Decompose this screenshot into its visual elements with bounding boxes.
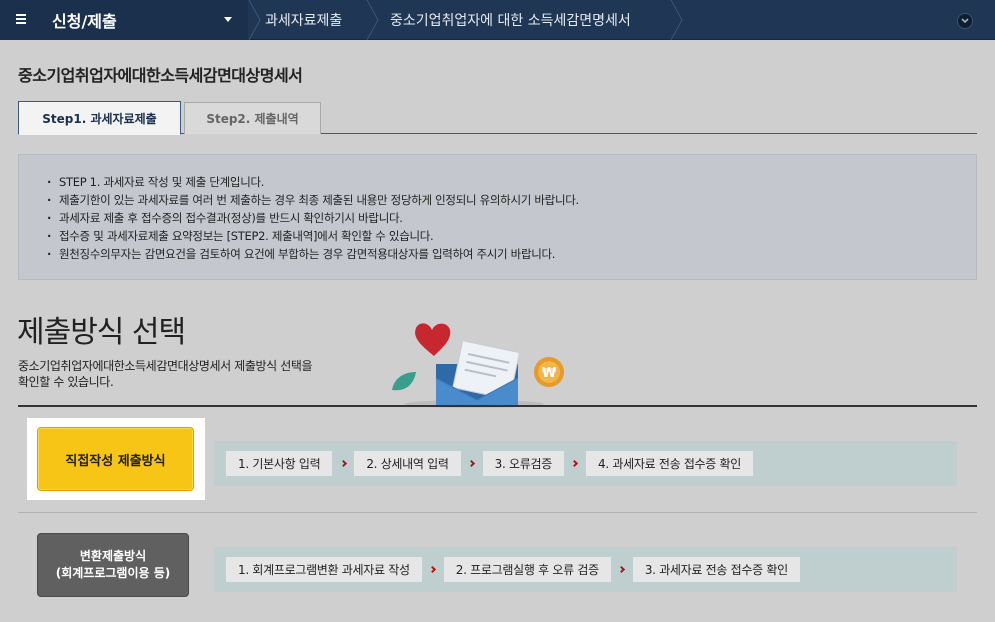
section-description: 중소기업취업자에대한소득세감면대상명세서 제출방식 선택을 확인할 수 있습니다… (18, 358, 378, 390)
notice-item: 제출기한이 있는 과세자료를 여러 번 제출하는 경우 최종 제출된 내용만 정… (47, 191, 976, 209)
section-title: 제출방식 선택 (17, 315, 186, 350)
step-tabs: Step1. 과세자료제출 Step2. 제출내역 (18, 101, 977, 135)
breadcrumb-separator-icon (366, 0, 380, 40)
flow-step: 3. 오류검증 (482, 451, 564, 476)
notice-item: 원천징수의무자는 감면요건을 검토하여 요건에 부합하는 경우 감면적용대상자를… (47, 245, 976, 263)
notice-item: 과세자료 제출 후 접수증의 접수결과(정상)를 반드시 확인하기시 바랍니다. (47, 209, 976, 227)
flow-step: 3. 과세자료 전송 접수증 확인 (632, 557, 800, 582)
flow-step: 2. 프로그램실행 후 오류 검증 (443, 557, 611, 582)
method-divider (18, 512, 977, 513)
menu-label: 신청/제출 (52, 12, 117, 31)
tab-step1[interactable]: Step1. 과세자료제출 (18, 101, 181, 135)
notice-item: STEP 1. 과세자료 작성 및 제출 단계입니다. (47, 173, 976, 191)
direct-submit-button[interactable]: 직접작성 제출방식 (37, 427, 194, 491)
direct-method-flow: 1. 기본사항 입력 2. 상세내역 입력 3. 오류검증 4. 과세자료 전송… (214, 441, 957, 486)
page-title: 중소기업취업자에대한소득세감면대상명세서 (18, 66, 303, 85)
flow-step: 1. 회계프로그램변환 과세자료 작성 (226, 557, 422, 582)
flow-step: 2. 상세내역 입력 (354, 451, 461, 476)
section-divider (18, 405, 977, 407)
notice-box: STEP 1. 과세자료 작성 및 제출 단계입니다. 제출기한이 있는 과세자… (18, 154, 977, 280)
section-description-line: 확인할 수 있습니다. (18, 375, 114, 389)
menu-dropdown[interactable]: 신청/제출 (0, 0, 248, 40)
svg-text:₩: ₩ (542, 366, 557, 381)
arrow-right-icon (564, 459, 586, 468)
convert-button-sublabel: (회계프로그램이용 등) (55, 566, 171, 580)
breadcrumb-item-1[interactable]: 과세자료제출 (265, 0, 342, 40)
arrow-right-icon (332, 459, 354, 468)
arrow-right-icon (611, 565, 633, 574)
flow-step: 4. 과세자료 전송 접수증 확인 (585, 451, 754, 476)
envelope-illustration-icon: ₩ (392, 323, 564, 408)
convert-button-label: 변환제출방식 (79, 549, 147, 563)
breadcrumb-separator-icon (248, 0, 262, 40)
notice-item: 접수증 및 과세자료제출 요약정보는 [STEP2. 제출내역]에서 확인할 수… (47, 227, 976, 245)
section-description-line: 중소기업취업자에대한소득세감면대상명세서 제출방식 선택을 (18, 359, 313, 373)
breadcrumb-separator-icon (670, 0, 684, 40)
convert-method-flow: 1. 회계프로그램변환 과세자료 작성 2. 프로그램실행 후 오류 검증 3.… (214, 547, 957, 592)
breadcrumb-item-2[interactable]: 중소기업취업자에 대한 소득세감면명세서 (390, 0, 631, 40)
tab-step2[interactable]: Step2. 제출내역 (184, 102, 321, 134)
flow-step: 1. 기본사항 입력 (226, 451, 333, 476)
chevron-down-icon[interactable] (957, 13, 973, 29)
arrow-right-icon (461, 459, 483, 468)
convert-submit-button[interactable]: 변환제출방식 (회계프로그램이용 등) (37, 533, 189, 597)
caret-down-icon (224, 17, 232, 22)
top-navigation: 신청/제출 과세자료제출 중소기업취업자에 대한 소득세감면명세서 (0, 0, 995, 40)
arrow-right-icon (422, 565, 444, 574)
hamburger-icon (16, 14, 26, 24)
